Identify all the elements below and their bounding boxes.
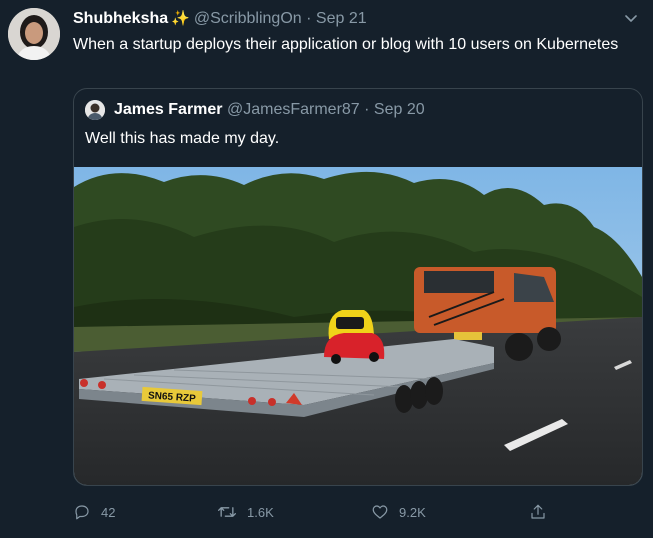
author-handle[interactable]: @ScribblingOn <box>194 10 302 27</box>
quoted-author-name: James Farmer <box>114 101 223 118</box>
heart-icon <box>372 505 388 519</box>
retweet-count: 1.6K <box>247 504 274 520</box>
tweet-date[interactable]: Sep 21 <box>316 10 367 27</box>
retweet-icon <box>218 507 236 517</box>
reply-count: 42 <box>101 504 116 520</box>
tweet-text: When a startup deploys their application… <box>73 36 619 53</box>
quoted-tweet-date: Sep 20 <box>373 101 425 118</box>
like-count: 9.2K <box>399 504 426 520</box>
retweet-button[interactable]: 1.6K <box>217 500 274 524</box>
author-name[interactable]: Shubheksha <box>73 10 168 27</box>
reply-icon <box>75 505 89 520</box>
share-button[interactable] <box>529 500 557 524</box>
reply-button[interactable]: 42 <box>73 500 115 524</box>
tweet-action-bar: 42 1.6K 9.2K <box>73 500 633 524</box>
sparkles-icon: ✨ <box>171 10 190 27</box>
separator-dot: · <box>364 101 370 118</box>
share-icon <box>531 504 545 519</box>
quoted-tweet[interactable]: James Farmer @JamesFarmer87 · Sep 20 Wel… <box>73 88 643 486</box>
chevron-down-icon[interactable] <box>623 10 639 26</box>
author-avatar[interactable] <box>8 8 60 60</box>
tweet-header: Shubheksha ✨ @ScribblingOn · Sep 21 <box>73 9 613 29</box>
quoted-author-handle: @JamesFarmer87 <box>226 101 360 118</box>
separator-dot: · <box>306 10 312 27</box>
quoted-author-avatar <box>85 100 105 120</box>
quoted-tweet-header: James Farmer @JamesFarmer87 · Sep 20 <box>114 100 425 120</box>
quoted-tweet-photo[interactable]: SN65 RZP <box>74 167 642 486</box>
like-button[interactable]: 9.2K <box>371 500 426 524</box>
quoted-tweet-text: Well this has made my day. <box>85 130 280 147</box>
